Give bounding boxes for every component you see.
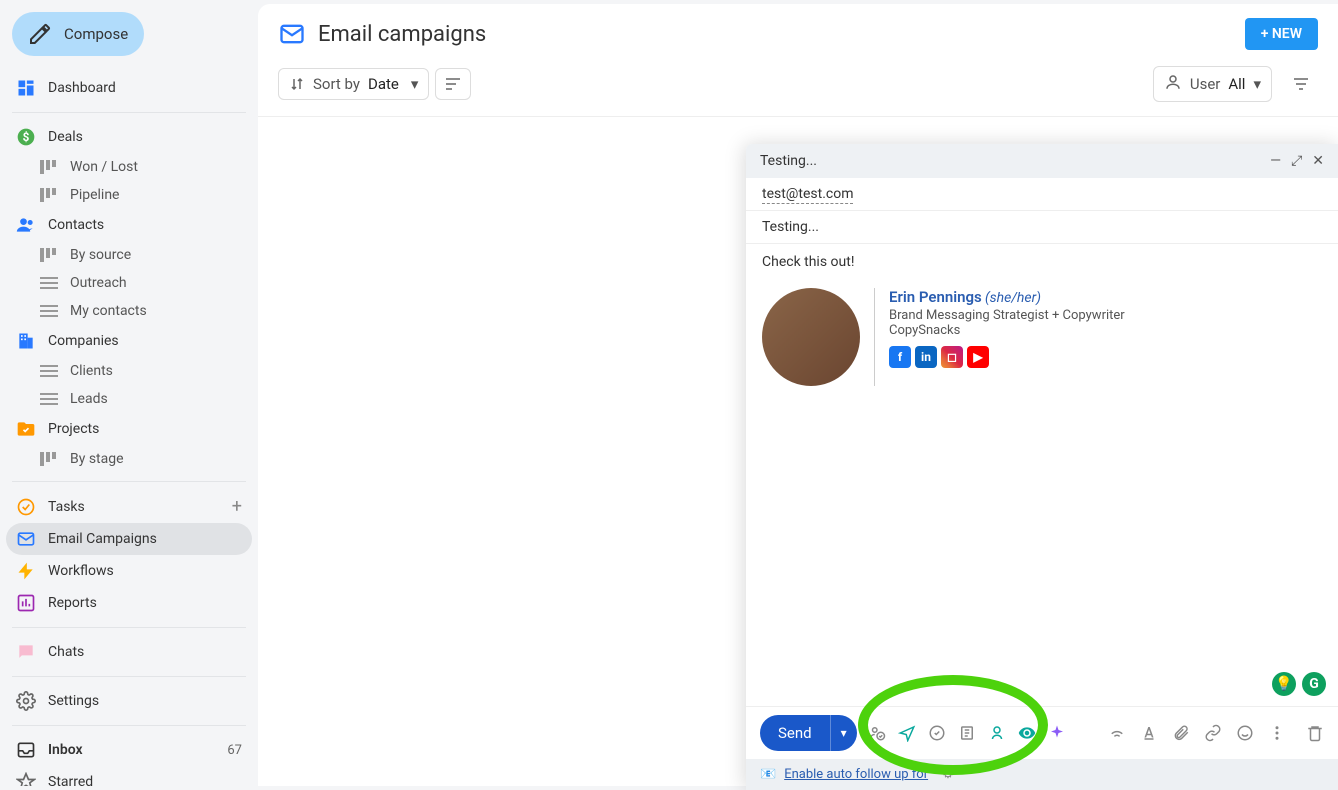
list-icon xyxy=(40,392,58,406)
minimize-button[interactable]: — xyxy=(1270,153,1281,169)
add-task-button[interactable]: + xyxy=(232,496,242,517)
send-later-icon[interactable] xyxy=(897,723,917,743)
more-icon[interactable] xyxy=(1268,724,1286,742)
sort-order-button[interactable] xyxy=(435,68,471,100)
auto-followup-link[interactable]: Enable auto follow up for xyxy=(784,767,928,782)
board-icon xyxy=(40,452,58,466)
assign-icon[interactable] xyxy=(867,723,887,743)
suggestion-badge[interactable]: 💡 xyxy=(1272,672,1296,696)
close-button[interactable]: ✕ xyxy=(1312,153,1324,169)
sidebar-item-starred[interactable]: Starred xyxy=(0,766,258,786)
sidebar-item-won-lost[interactable]: Won / Lost xyxy=(0,153,258,181)
link-icon[interactable] xyxy=(1204,724,1222,742)
sort-dropdown[interactable]: Sort by Date ▾ xyxy=(278,68,429,100)
bolt-icon xyxy=(16,561,36,581)
sidebar-item-my-contacts[interactable]: My contacts xyxy=(0,297,258,325)
dashboard-icon xyxy=(16,78,36,98)
user-icon xyxy=(1164,73,1182,95)
youtube-icon[interactable]: ▶ xyxy=(967,346,989,368)
star-icon xyxy=(16,772,36,786)
list-icon xyxy=(40,276,58,290)
mailtrack-icon: 📧 xyxy=(760,767,776,782)
compose-window: Testing... — ⤢ ✕ test@test.com Testing..… xyxy=(746,144,1338,790)
emoji-icon[interactable] xyxy=(1236,724,1254,742)
filter-button[interactable] xyxy=(1284,69,1318,99)
page-header: Email campaigns + NEW xyxy=(258,4,1338,60)
sidebar-item-inbox[interactable]: Inbox 67 xyxy=(0,734,258,766)
attachment-icon[interactable] xyxy=(1172,724,1190,742)
discard-icon[interactable] xyxy=(1306,724,1324,742)
board-icon xyxy=(40,248,58,262)
wifi-icon[interactable] xyxy=(1108,724,1126,742)
sidebar-item-chats[interactable]: Chats xyxy=(0,636,258,668)
template-icon[interactable] xyxy=(957,723,977,743)
compose-title: Testing... xyxy=(760,153,817,169)
send-options-button[interactable]: ▾ xyxy=(831,717,857,749)
board-icon xyxy=(40,160,58,174)
list-icon xyxy=(40,304,58,318)
mail-icon xyxy=(16,529,36,549)
chevron-down-icon: ▾ xyxy=(411,75,419,93)
grammarly-badge[interactable]: G xyxy=(1302,672,1326,696)
sidebar-item-email-campaigns[interactable]: Email Campaigns xyxy=(6,523,252,555)
gear-icon xyxy=(16,691,36,711)
sidebar-item-settings[interactable]: Settings xyxy=(0,685,258,717)
sidebar-item-tasks[interactable]: Tasks + xyxy=(0,490,258,523)
subject-field[interactable]: Testing... xyxy=(746,211,1338,244)
inbox-icon xyxy=(16,740,36,760)
mail-icon xyxy=(278,20,306,48)
avatar xyxy=(762,288,860,386)
compose-toolbar: Send ▾ xyxy=(746,706,1338,759)
people-icon xyxy=(16,215,36,235)
compose-header: Testing... — ⤢ ✕ xyxy=(746,144,1338,178)
main-content: Email campaigns + NEW Sort by Date ▾ Use… xyxy=(258,4,1338,786)
page-title: Email campaigns xyxy=(318,22,486,47)
send-button[interactable]: Send ▾ xyxy=(760,715,857,751)
tracking-icon[interactable] xyxy=(1017,723,1037,743)
email-body[interactable]: Check this out! Erin Pennings (she/her) … xyxy=(746,244,1338,706)
sidebar-item-by-source[interactable]: By source xyxy=(0,241,258,269)
chevron-down-icon: ▾ xyxy=(1253,75,1261,93)
linkedin-icon[interactable]: in xyxy=(915,346,937,368)
compose-footer: 📧 Enable auto follow up for ⚙ xyxy=(746,759,1338,790)
facebook-icon[interactable]: f xyxy=(889,346,911,368)
toolbar: Sort by Date ▾ User All ▾ xyxy=(258,60,1338,117)
expand-button[interactable]: ⤢ xyxy=(1291,153,1302,169)
compose-label: Compose xyxy=(64,25,128,43)
sidebar-item-reports[interactable]: Reports xyxy=(0,587,258,619)
email-signature: Erin Pennings (she/her) Brand Messaging … xyxy=(762,288,1322,386)
new-campaign-button[interactable]: + NEW xyxy=(1245,18,1318,50)
sidebar-item-dashboard[interactable]: Dashboard xyxy=(0,72,258,104)
text-format-icon[interactable] xyxy=(1140,724,1158,742)
money-icon: $ xyxy=(16,127,36,147)
user-filter-dropdown[interactable]: User All ▾ xyxy=(1153,66,1272,102)
list-icon xyxy=(40,364,58,378)
sidebar-item-deals[interactable]: $ Deals xyxy=(0,121,258,153)
sort-icon xyxy=(289,76,305,92)
svg-text:$: $ xyxy=(23,130,30,144)
gear-icon[interactable]: ⚙ xyxy=(942,767,954,782)
sidebar-item-leads[interactable]: Leads xyxy=(0,385,258,413)
sidebar: Compose Dashboard $ Deals Won / Lost Pip… xyxy=(0,0,258,786)
chat-icon xyxy=(16,642,36,662)
recipient-field[interactable]: test@test.com xyxy=(746,178,1338,211)
board-icon xyxy=(40,188,58,202)
sidebar-item-outreach[interactable]: Outreach xyxy=(0,269,258,297)
sidebar-item-pipeline[interactable]: Pipeline xyxy=(0,181,258,209)
sidebar-item-workflows[interactable]: Workflows xyxy=(0,555,258,587)
sidebar-item-by-stage[interactable]: By stage xyxy=(0,445,258,473)
building-icon xyxy=(16,331,36,351)
chart-icon xyxy=(16,593,36,613)
folder-icon xyxy=(16,419,36,439)
instagram-icon[interactable]: ◻ xyxy=(941,346,963,368)
sidebar-item-projects[interactable]: Projects xyxy=(0,413,258,445)
sidebar-item-contacts[interactable]: Contacts xyxy=(0,209,258,241)
link-contact-icon[interactable] xyxy=(987,723,1007,743)
check-circle-icon xyxy=(16,497,36,517)
sidebar-item-companies[interactable]: Companies xyxy=(0,325,258,357)
sparkle-icon[interactable] xyxy=(1047,723,1067,743)
compose-button[interactable]: Compose xyxy=(12,12,144,56)
reminder-icon[interactable] xyxy=(927,723,947,743)
sidebar-item-clients[interactable]: Clients xyxy=(0,357,258,385)
